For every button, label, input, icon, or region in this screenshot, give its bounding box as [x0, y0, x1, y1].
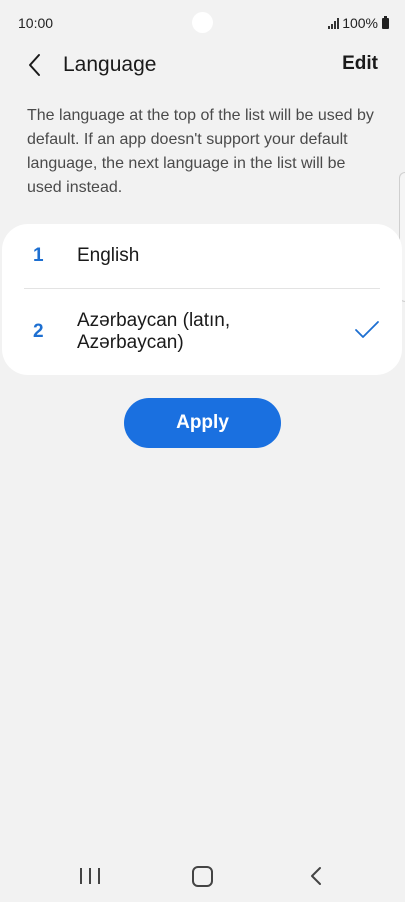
checkmark-icon	[355, 321, 379, 338]
language-item-english[interactable]: 1 English	[2, 224, 402, 288]
app-bar: Language Edit	[0, 46, 405, 86]
language-number: 2	[33, 321, 44, 342]
recent-apps-icon[interactable]	[80, 868, 100, 886]
status-indicators: 100%	[328, 15, 389, 31]
language-list: 1 English 2 Azərbaycan (latın, Azərbayca…	[2, 224, 402, 375]
language-name: Azərbaycan (latın, Azərbaycan)	[77, 310, 231, 353]
page-title: Language	[63, 53, 157, 76]
battery-percent: 100%	[342, 15, 378, 31]
status-time: 10:00	[18, 15, 54, 31]
apply-button[interactable]: Apply	[124, 398, 281, 448]
navigation-bar	[0, 850, 405, 902]
status-bar: 10:00 100%	[0, 0, 405, 46]
camera-cutout	[192, 12, 213, 33]
back-button[interactable]	[20, 50, 50, 80]
language-name: English	[77, 245, 140, 266]
language-item-azerbaijani[interactable]: 2 Azərbaycan (latın, Azərbaycan)	[2, 289, 402, 375]
signal-icon	[328, 17, 340, 29]
description-text: The language at the top of the list will…	[27, 107, 374, 196]
chevron-left-icon	[29, 54, 40, 76]
back-icon[interactable]	[305, 864, 327, 888]
battery-icon	[382, 15, 389, 29]
home-icon[interactable]	[192, 866, 213, 887]
edit-button[interactable]: Edit	[342, 53, 378, 75]
language-number: 1	[33, 245, 44, 266]
